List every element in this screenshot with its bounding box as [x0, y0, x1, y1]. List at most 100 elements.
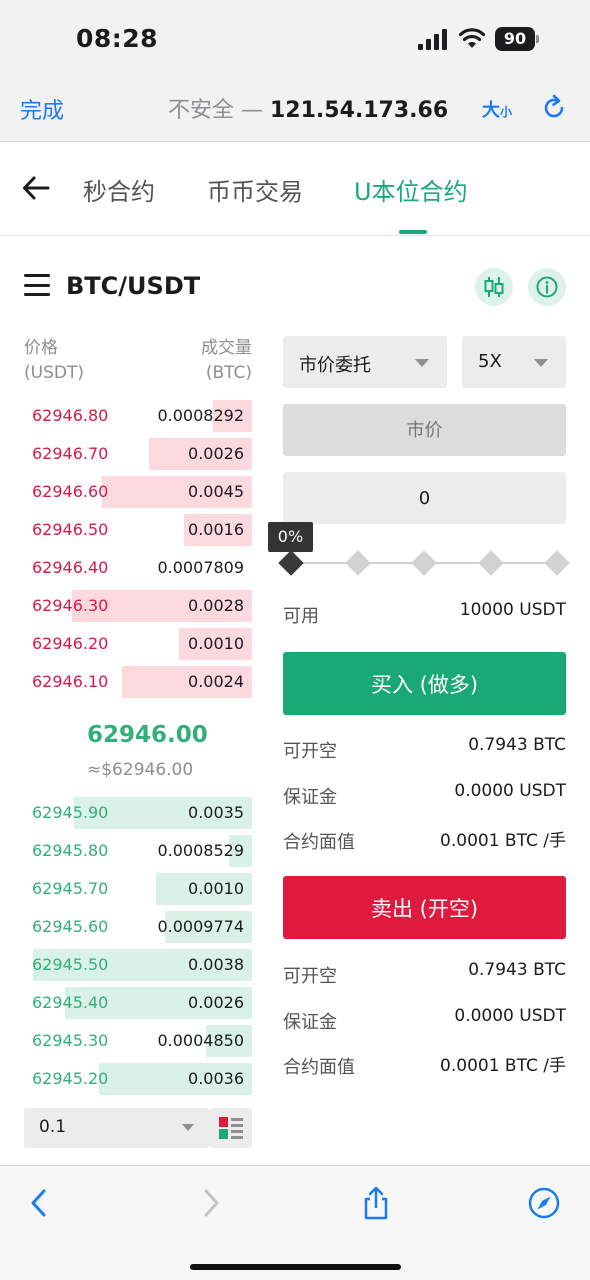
quantity-input[interactable] [283, 472, 566, 524]
text-size-button[interactable]: 大小 [482, 96, 512, 122]
tab-second-contract[interactable]: 秒合约 [83, 172, 155, 207]
buy-long-button[interactable]: 买入 (做多) [283, 652, 566, 715]
info-value: 0.0001 BTC /手 [440, 1056, 566, 1076]
info-icon [536, 276, 558, 298]
reload-icon[interactable] [540, 94, 568, 122]
hamburger-menu-icon[interactable] [24, 274, 50, 296]
slider-step-75[interactable] [478, 550, 504, 576]
orderbook-layout-button[interactable] [210, 1108, 252, 1148]
volume-column-header: 成交量 (BTC) [150, 336, 252, 386]
bid-amount: 0.0008529 [157, 841, 244, 860]
pair-title[interactable]: BTC/USDT [66, 272, 200, 300]
bid-price: 62945.60 [32, 917, 109, 936]
url-host: 121.54.173.66 [270, 98, 449, 123]
ask-row[interactable]: 62946.10 0.0024 [24, 666, 252, 698]
kline-chart-button[interactable] [475, 268, 513, 306]
bid-amount: 0.0038 [188, 955, 244, 974]
info-label: 可开空 [283, 741, 337, 762]
compass-icon[interactable] [528, 1186, 560, 1220]
browser-back-icon[interactable] [24, 1186, 56, 1220]
info-label: 保证金 [283, 787, 337, 808]
ask-price: 62946.50 [32, 520, 109, 539]
browser-forward-icon[interactable] [194, 1186, 226, 1220]
ask-row[interactable]: 62946.20 0.0010 [24, 628, 252, 660]
bid-price: 62945.30 [32, 1031, 109, 1050]
bid-row[interactable]: 62945.70 0.0010 [24, 873, 252, 905]
ask-amount: 0.0016 [188, 520, 244, 539]
bid-price: 62945.40 [32, 993, 109, 1012]
bid-price: 62945.70 [32, 879, 109, 898]
ask-amount: 0.0028 [188, 596, 244, 615]
price-input[interactable] [283, 404, 566, 456]
pair-header: BTC/USDT [0, 236, 590, 332]
info-label: 保证金 [283, 1012, 337, 1033]
ask-price: 62946.40 [32, 558, 109, 577]
ask-row[interactable]: 62946.30 0.0028 [24, 590, 252, 622]
info-label: 可开空 [283, 966, 337, 987]
ask-row[interactable]: 62946.50 0.0016 [24, 514, 252, 546]
position-percent-slider[interactable]: 0% [268, 522, 578, 582]
bid-amount: 0.0035 [188, 803, 244, 822]
slider-step-100[interactable] [544, 550, 570, 576]
info-button[interactable] [528, 268, 566, 306]
slider-percent-tooltip: 0% [268, 522, 313, 552]
bid-row[interactable]: 62945.20 0.0036 [24, 1063, 252, 1095]
info-value: 0.7943 BTC [468, 735, 566, 755]
candlestick-chart-icon [484, 277, 504, 297]
leverage-select[interactable]: 5X [462, 336, 566, 388]
info-value: 0.0000 USDT [454, 1006, 566, 1026]
sell-info-row: 保证金 0.0000 USDT [283, 1006, 566, 1036]
tab-usdt-futures[interactable]: U本位合约 [354, 172, 468, 207]
sell-info-row: 可开空 0.7943 BTC [283, 960, 566, 990]
price-column-header: 价格 (USDT) [24, 336, 84, 386]
bid-row[interactable]: 62945.60 0.0009774 [24, 911, 252, 943]
bid-row[interactable]: 62945.30 0.0004850 [24, 1025, 252, 1057]
text-size-small: 小 [500, 105, 513, 119]
text-size-large: 大 [482, 100, 500, 121]
ask-price: 62946.20 [32, 634, 109, 653]
ask-row[interactable]: 62946.40 0.0007809 [24, 552, 252, 584]
ask-row[interactable]: 62946.60 0.0045 [24, 476, 252, 508]
info-value: 0.0000 USDT [454, 781, 566, 801]
depth-precision-value: 0.1 [39, 1117, 67, 1137]
available-label: 可用 [283, 606, 319, 627]
available-balance: 可用 10000 USDT [283, 600, 566, 630]
share-icon[interactable] [360, 1186, 392, 1220]
ask-row[interactable]: 62946.70 0.0026 [24, 438, 252, 470]
slider-handle[interactable] [278, 550, 304, 576]
volume-header-label: 成交量 [201, 338, 252, 358]
bid-amount: 0.0026 [188, 993, 244, 1012]
info-label: 合约面值 [283, 1057, 355, 1078]
ask-amount: 0.0026 [188, 444, 244, 463]
battery-level: 90 [495, 27, 535, 51]
insecure-label: 不安全 — [168, 98, 263, 123]
tab-spot-trading[interactable]: 币币交易 [207, 172, 303, 207]
ask-price: 62946.80 [32, 406, 109, 425]
ask-price: 62946.30 [32, 596, 109, 615]
bid-price: 62945.80 [32, 841, 109, 860]
slider-step-25[interactable] [345, 550, 371, 576]
buy-info-row: 合约面值 0.0001 BTC /手 [283, 826, 566, 856]
bid-price: 62945.90 [32, 803, 109, 822]
buy-info-row: 保证金 0.0000 USDT [283, 781, 566, 811]
status-bar: 08:28 90 [0, 0, 590, 80]
bid-row[interactable]: 62945.40 0.0026 [24, 987, 252, 1019]
last-price: 62946.00 [87, 722, 208, 748]
info-value: 0.7943 BTC [468, 960, 566, 980]
slider-step-50[interactable] [411, 550, 437, 576]
ask-amount: 0.0008292 [157, 406, 244, 425]
cellular-signal-icon [418, 29, 447, 50]
active-tab-indicator [399, 230, 427, 234]
depth-precision-select[interactable]: 0.1 [24, 1108, 210, 1148]
url-field[interactable]: 不安全 — 121.54.173.66 [168, 92, 448, 124]
bid-row[interactable]: 62945.80 0.0008529 [24, 835, 252, 867]
orderbook-layout-icon [219, 1117, 243, 1139]
order-type-select[interactable]: 市价委托 [283, 336, 447, 388]
bid-row[interactable]: 62945.50 0.0038 [24, 949, 252, 981]
done-button[interactable]: 完成 [20, 93, 64, 125]
ask-row[interactable]: 62946.80 0.0008292 [24, 400, 252, 432]
buy-info-row: 可开空 0.7943 BTC [283, 735, 566, 765]
sell-short-button[interactable]: 卖出 (开空) [283, 876, 566, 939]
back-arrow-icon[interactable] [22, 174, 50, 202]
bid-row[interactable]: 62945.90 0.0035 [24, 797, 252, 829]
